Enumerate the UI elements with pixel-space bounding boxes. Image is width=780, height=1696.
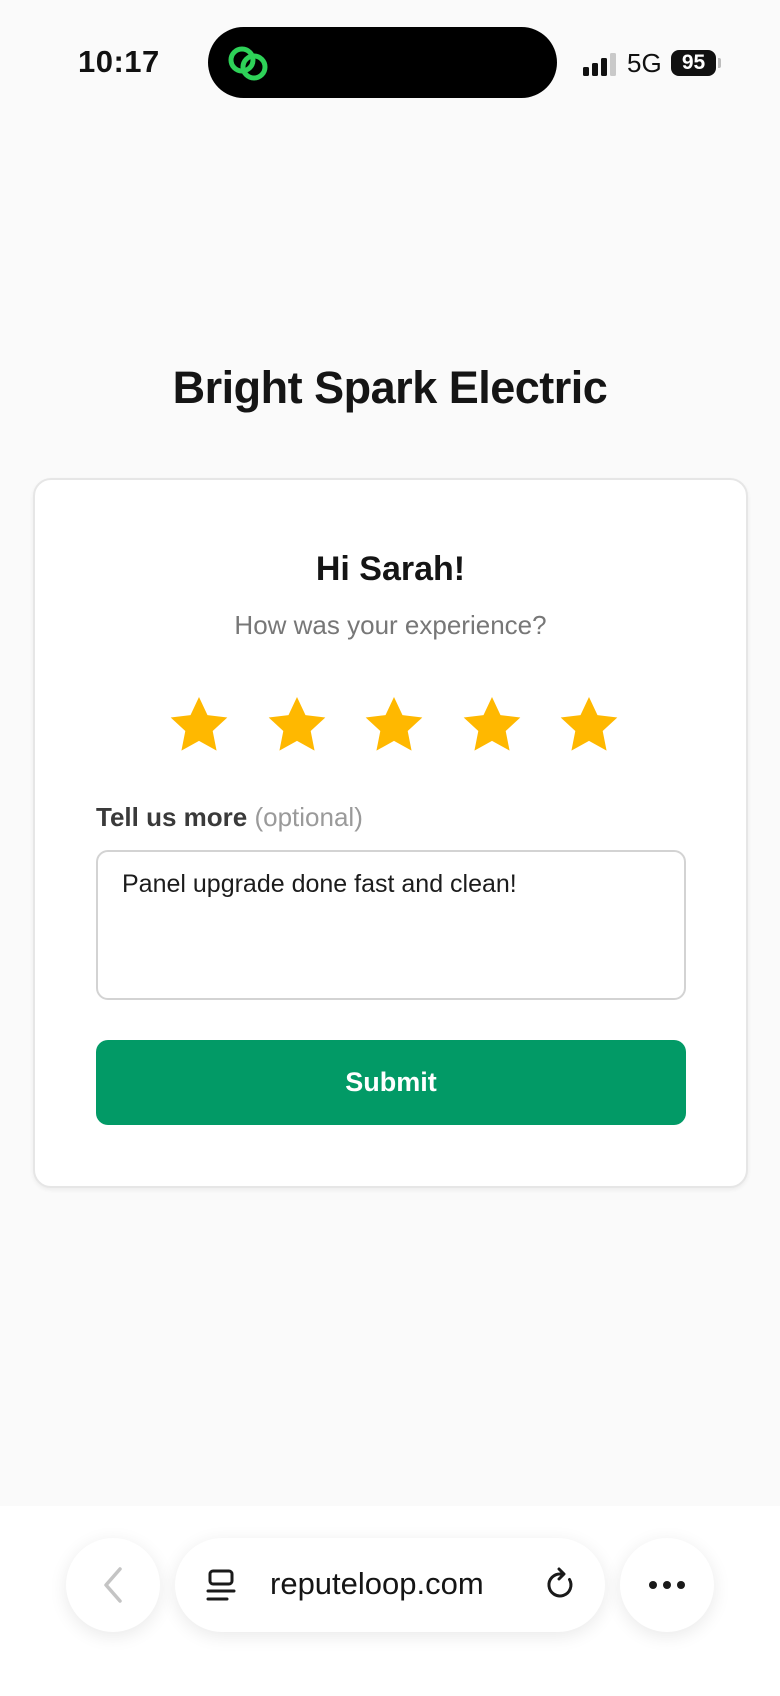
dynamic-island [208,27,557,98]
address-bar[interactable]: reputeloop.com [175,1538,605,1632]
back-button[interactable] [66,1538,160,1632]
chevron-left-icon [104,1567,122,1603]
link-loop-icon [228,46,268,81]
page: 10:17 5G 95 Bright Spark Electric Hi Sar… [0,0,780,1696]
battery-nub [718,58,721,68]
more-options-button[interactable] [620,1538,714,1632]
status-time: 10:17 [78,44,160,79]
comment-label-text: Tell us more [96,802,248,832]
star-1[interactable] [166,692,232,758]
greeting: Hi Sarah! [315,550,466,588]
star-3[interactable] [361,692,427,758]
comment-optional-hint: (optional) [254,802,363,832]
star-icon [170,696,228,751]
tabs-icon[interactable] [205,1568,239,1604]
rating-question: How was your experience? [234,610,547,640]
cellular-signal-icon [583,52,619,76]
more-dots-icon [663,1581,671,1589]
url-text[interactable]: reputeloop.com [270,1566,484,1602]
star-2[interactable] [264,692,330,758]
battery-icon: 95 [671,50,716,76]
star-icon [365,696,423,751]
submit-button[interactable]: Submit [96,1040,686,1125]
business-name: Bright Spark Electric [172,362,608,413]
star-icon [268,696,325,751]
reload-icon[interactable] [543,1567,579,1603]
star-icon [560,696,618,751]
review-card: Hi Sarah! How was your experience? Tell … [33,478,748,1188]
browser-bottom-bar: reputeloop.com [0,1506,780,1696]
comment-textarea[interactable]: Panel upgrade done fast and clean! [96,850,686,1000]
network-type: 5G [627,48,662,78]
star-icon [463,696,520,751]
more-dots-icon [677,1581,685,1589]
more-dots-icon [649,1581,657,1589]
star-rating [166,692,622,758]
comment-label: Tell us more (optional) [96,802,363,833]
star-4[interactable] [459,692,525,758]
star-5[interactable] [556,692,622,758]
